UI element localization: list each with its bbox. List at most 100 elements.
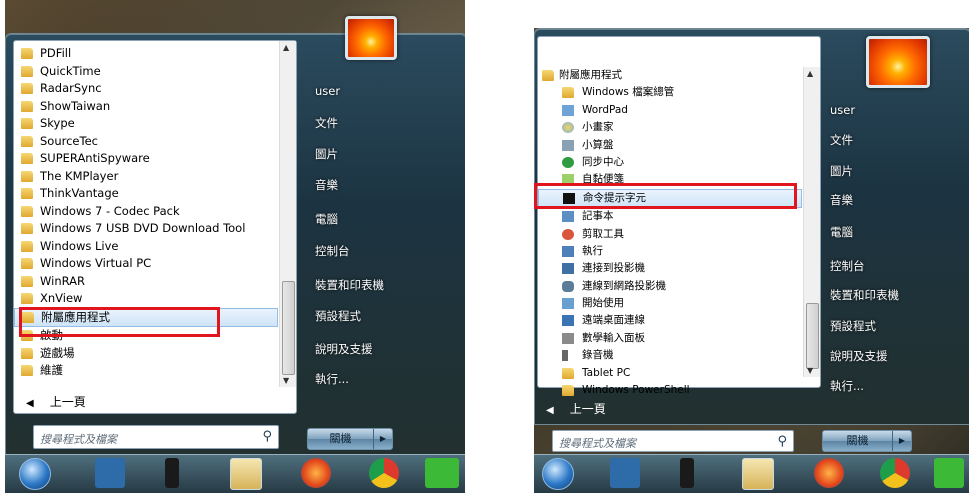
- list-item[interactable]: Windows Live: [14, 238, 278, 256]
- back-button[interactable]: ◀ 上一頁: [14, 393, 86, 410]
- search-icon[interactable]: ⚲: [777, 434, 787, 449]
- app-icon[interactable]: [680, 458, 694, 488]
- places-item-user[interactable]: user: [830, 103, 855, 117]
- list-item[interactable]: 遊戲場: [14, 345, 278, 363]
- run-icon: [562, 245, 574, 257]
- line-icon[interactable]: [934, 458, 964, 488]
- list-item[interactable]: Skype: [14, 115, 278, 133]
- app-icon[interactable]: [165, 458, 179, 488]
- list-item[interactable]: Windows PowerShell: [538, 382, 802, 399]
- snipping-icon: [562, 228, 574, 240]
- media-player-icon[interactable]: [610, 458, 640, 488]
- scroll-up-icon[interactable]: ▲: [807, 69, 813, 78]
- media-player-icon[interactable]: [95, 458, 125, 488]
- start-orb-icon[interactable]: [542, 458, 574, 490]
- folder-icon: [21, 118, 33, 129]
- list-item[interactable]: Tablet PC: [538, 365, 802, 382]
- places-item-control-panel[interactable]: 控制台: [830, 258, 865, 274]
- list-item[interactable]: The KMPlayer: [14, 168, 278, 186]
- shutdown-button[interactable]: 關機 ▶: [307, 428, 393, 450]
- list-item[interactable]: 連線到網路投影機: [538, 278, 802, 295]
- places-item-computer[interactable]: 電腦: [830, 224, 853, 240]
- list-item[interactable]: 同步中心: [538, 154, 802, 171]
- list-item[interactable]: 小算盤: [538, 137, 802, 154]
- chrome-icon[interactable]: [880, 458, 910, 488]
- explorer-icon: [562, 87, 574, 99]
- list-item[interactable]: 剪取工具: [538, 226, 802, 243]
- places-item-music[interactable]: 音樂: [315, 177, 338, 193]
- search-input[interactable]: 搜尋程式及檔案 ⚲: [552, 430, 794, 452]
- list-item[interactable]: SUPERAntiSpyware: [14, 150, 278, 168]
- scroll-up-icon[interactable]: ▲: [283, 43, 289, 52]
- firefox-icon[interactable]: [301, 458, 331, 488]
- list-item[interactable]: ShowTaiwan: [14, 98, 278, 116]
- search-input[interactable]: 搜尋程式及檔案 ⚲: [33, 425, 279, 449]
- firefox-icon[interactable]: [814, 458, 844, 488]
- list-item[interactable]: 記事本: [538, 208, 802, 225]
- places-item-devices-printers[interactable]: 裝置和印表機: [830, 287, 899, 303]
- places-item-devices-printers[interactable]: 裝置和印表機: [315, 277, 384, 293]
- list-item[interactable]: Windows Virtual PC: [14, 255, 278, 273]
- list-item[interactable]: PDFill: [14, 45, 278, 63]
- places-item-documents[interactable]: 文件: [315, 115, 338, 131]
- user-avatar[interactable]: [866, 36, 930, 88]
- programs-pane: 附屬應用程式 Windows 檔案總管 WordPad 小畫家 小算盤 同步中心…: [535, 36, 821, 397]
- file-explorer-icon[interactable]: [742, 458, 774, 490]
- file-explorer-icon[interactable]: [230, 458, 262, 490]
- places-item-default-programs[interactable]: 預設程式: [315, 308, 361, 324]
- scroll-down-icon[interactable]: ▼: [807, 366, 813, 375]
- list-item[interactable]: 執行: [538, 243, 802, 260]
- places-item-pictures[interactable]: 圖片: [315, 146, 338, 162]
- chevron-right-icon[interactable]: ▶: [892, 431, 911, 451]
- places-item-user[interactable]: user: [315, 84, 340, 98]
- folder-icon: [21, 275, 33, 287]
- list-item[interactable]: 附屬應用程式: [535, 67, 802, 84]
- folder-icon: [21, 65, 33, 77]
- scrollbar-thumb[interactable]: [282, 281, 295, 375]
- list-item[interactable]: ThinkVantage: [14, 185, 278, 203]
- places-item-computer[interactable]: 電腦: [315, 211, 338, 227]
- places-item-help[interactable]: 說明及支援: [315, 341, 373, 357]
- folder-icon: [542, 70, 554, 81]
- list-item[interactable]: RadarSync: [14, 80, 278, 98]
- start-orb-icon[interactable]: [19, 458, 51, 490]
- list-item[interactable]: WinRAR: [14, 273, 278, 291]
- list-item[interactable]: 錄音機: [538, 347, 802, 364]
- list-item[interactable]: 連接到投影機: [538, 260, 802, 277]
- list-item[interactable]: 數學輸入面板: [538, 330, 802, 347]
- folder-icon: [21, 365, 33, 376]
- math-input-icon: [562, 332, 574, 344]
- places-item-help[interactable]: 說明及支援: [830, 348, 888, 364]
- list-item[interactable]: 開始使用: [538, 295, 802, 312]
- scrollbar-thumb[interactable]: [806, 303, 819, 369]
- list-item[interactable]: XnView: [14, 290, 278, 308]
- list-item[interactable]: Windows 7 USB DVD Download Tool: [14, 220, 278, 238]
- scroll-down-icon[interactable]: ▼: [283, 376, 289, 385]
- places-item-control-panel[interactable]: 控制台: [315, 243, 350, 259]
- search-icon[interactable]: ⚲: [262, 429, 272, 444]
- programs-scrollbar[interactable]: ▲ ▼: [803, 67, 820, 377]
- chrome-icon[interactable]: [369, 458, 399, 488]
- folder-icon: [21, 170, 33, 182]
- projector-icon: [562, 263, 574, 275]
- list-item[interactable]: 小畫家: [538, 119, 802, 136]
- list-item[interactable]: 遠端桌面連線: [538, 312, 802, 329]
- list-item[interactable]: SourceTec: [14, 133, 278, 151]
- line-icon[interactable]: [425, 458, 459, 488]
- list-item[interactable]: Windows 檔案總管: [538, 84, 802, 101]
- places-item-default-programs[interactable]: 預設程式: [830, 318, 876, 334]
- chevron-right-icon[interactable]: ▶: [373, 429, 392, 449]
- list-item[interactable]: QuickTime: [14, 63, 278, 81]
- places-item-documents[interactable]: 文件: [830, 132, 853, 148]
- places-item-music[interactable]: 音樂: [830, 192, 853, 208]
- programs-scrollbar[interactable]: ▲ ▼: [279, 41, 296, 387]
- back-button[interactable]: ◀ 上一頁: [534, 400, 606, 417]
- list-item[interactable]: Windows 7 - Codec Pack: [14, 203, 278, 221]
- places-item-run[interactable]: 執行...: [830, 378, 864, 394]
- places-item-pictures[interactable]: 圖片: [830, 163, 853, 179]
- places-item-run[interactable]: 執行...: [315, 371, 349, 387]
- shutdown-button[interactable]: 關機 ▶: [822, 430, 912, 452]
- list-item[interactable]: 維護: [14, 362, 278, 380]
- user-avatar[interactable]: [345, 16, 397, 60]
- list-item[interactable]: WordPad: [538, 102, 802, 119]
